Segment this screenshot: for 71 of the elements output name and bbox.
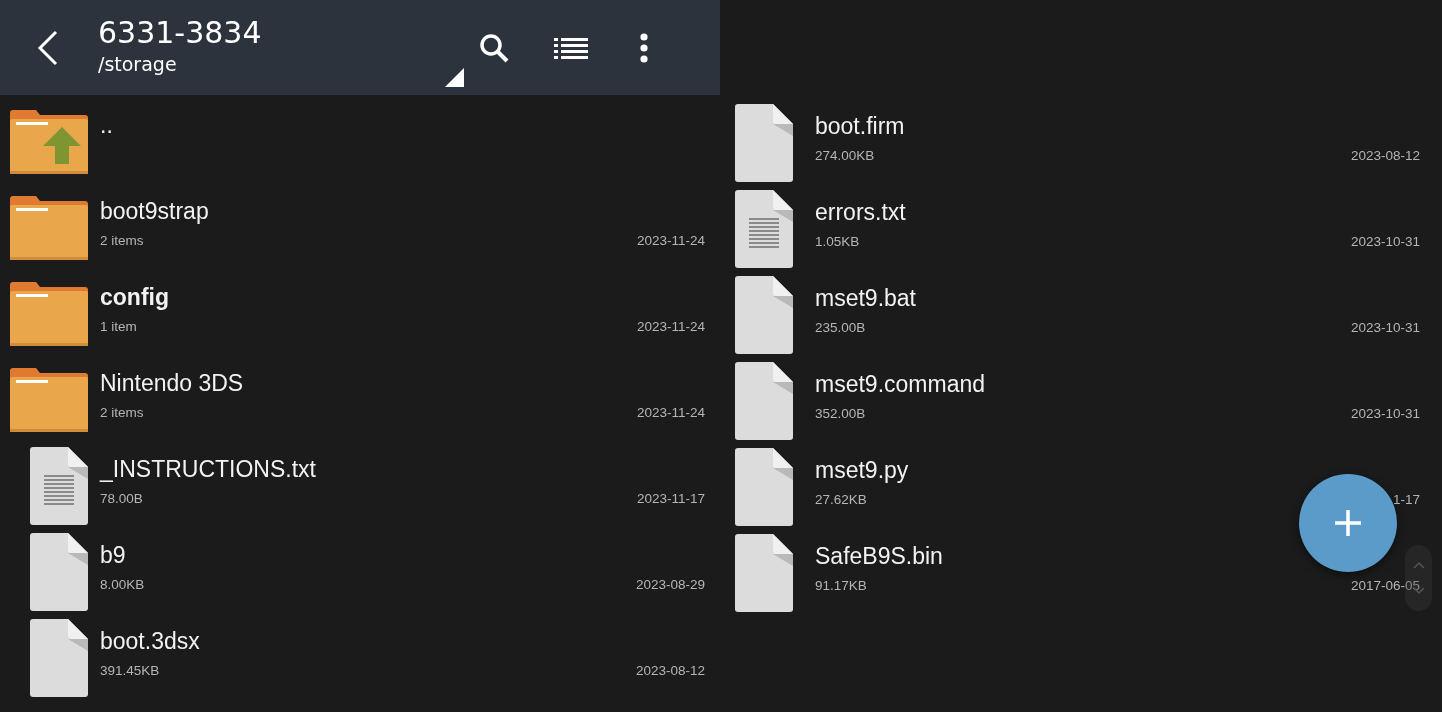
file-icon <box>735 534 793 612</box>
file-name: errors.txt <box>815 198 907 226</box>
file-detail: 1.05KB <box>815 234 860 249</box>
dropdown-corner-icon[interactable] <box>445 68 464 87</box>
file-icon <box>30 533 88 611</box>
plus-icon <box>1334 509 1362 537</box>
text-file-icon <box>735 190 793 268</box>
file-row[interactable]: _INSTRUCTIONS.txt 78.00B 2023-11-17 <box>10 443 705 529</box>
file-date: 2023-11-24 <box>636 319 705 334</box>
file-row[interactable]: mset9.command 352.00B 2023-10-31 <box>735 358 1420 444</box>
file-detail: 235.00B <box>815 320 866 335</box>
file-name: mset9.command <box>815 370 986 398</box>
file-date: 2023-11-17 <box>636 491 705 506</box>
file-row[interactable]: mset9.py 27.62KB 1-17 <box>735 444 1420 530</box>
file-name: config <box>100 283 170 311</box>
file-name: mset9.py <box>815 456 910 484</box>
file-icon <box>735 448 793 526</box>
file-row[interactable]: .. <box>10 99 705 185</box>
file-row[interactable]: boot.3dsx 391.45KB 2023-08-12 <box>10 615 705 701</box>
file-detail: 91.17KB <box>815 578 867 593</box>
parent-folder-icon <box>10 110 88 174</box>
folder-icon <box>10 282 88 346</box>
search-icon[interactable] <box>478 31 510 64</box>
file-date: 2023-11-24 <box>636 405 705 420</box>
file-icon <box>735 362 793 440</box>
file-detail: 78.00B <box>100 491 143 506</box>
file-detail: 2 items <box>100 233 144 248</box>
file-date: 1-17 <box>1392 492 1420 507</box>
file-detail: 2 items <box>100 405 144 420</box>
file-detail: 352.00B <box>815 406 866 421</box>
file-detail: 391.45KB <box>100 663 160 678</box>
file-icon <box>735 104 793 182</box>
text-file-icon <box>30 447 88 525</box>
file-date: 2023-08-29 <box>635 577 705 592</box>
file-date: 2023-10-31 <box>1350 406 1420 421</box>
folder-icon <box>10 368 88 432</box>
file-row[interactable]: Nintendo 3DS 2 items 2023-11-24 <box>10 357 705 443</box>
file-detail: 8.00KB <box>100 577 145 592</box>
file-row[interactable]: b9 8.00KB 2023-08-29 <box>10 529 705 615</box>
file-detail: 274.00KB <box>815 148 875 163</box>
folder-path[interactable]: /storage <box>98 50 428 77</box>
file-date: 2017-06-05 <box>1350 578 1420 593</box>
file-name: boot.3dsx <box>100 627 201 655</box>
file-date: 2023-08-12 <box>1350 148 1420 163</box>
file-row[interactable]: config 1 item 2023-11-24 <box>10 271 705 357</box>
file-detail: 1 item <box>100 319 137 334</box>
folder-icon <box>10 196 88 260</box>
back-icon[interactable] <box>37 29 59 66</box>
file-row[interactable]: boot.firm 274.00KB 2023-08-12 <box>735 100 1420 186</box>
file-name: SafeB9S.bin <box>815 542 944 570</box>
file-name: mset9.bat <box>815 284 917 312</box>
file-row[interactable]: SafeB9S.bin 91.17KB 2017-06-05 <box>735 530 1420 616</box>
file-row[interactable]: mset9.bat 235.00B 2023-10-31 <box>735 272 1420 358</box>
file-date: 2023-11-24 <box>636 233 705 248</box>
list-view-icon[interactable] <box>554 36 588 59</box>
more-icon[interactable] <box>640 32 648 63</box>
file-icon <box>30 619 88 697</box>
file-name: Nintendo 3DS <box>100 369 245 397</box>
file-name: b9 <box>100 541 127 569</box>
file-date: 2023-10-31 <box>1350 234 1420 249</box>
file-row[interactable]: boot9strap 2 items 2023-11-24 <box>10 185 705 271</box>
file-name: _INSTRUCTIONS.txt <box>100 455 317 483</box>
file-detail: 27.62KB <box>815 492 867 507</box>
file-name: boot9strap <box>100 197 210 225</box>
file-row[interactable]: errors.txt 1.05KB 2023-10-31 <box>735 186 1420 272</box>
file-name: .. <box>100 111 114 139</box>
file-date: 2023-10-31 <box>1350 320 1420 335</box>
file-date: 2023-08-12 <box>635 663 705 678</box>
file-icon <box>735 276 793 354</box>
file-name: boot.firm <box>815 112 906 140</box>
folder-title: 6331-3834 <box>98 14 263 51</box>
